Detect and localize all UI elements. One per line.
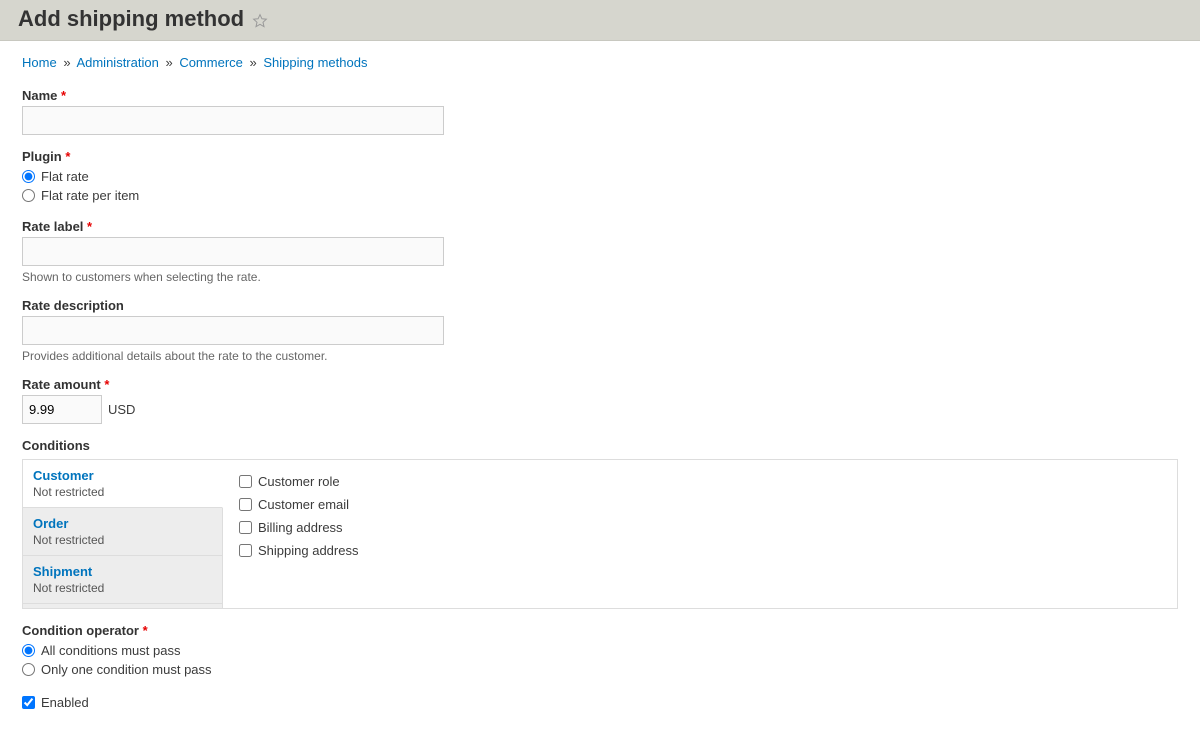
radio-label: Flat rate per item	[41, 188, 139, 203]
tab-subtitle: Not restricted	[33, 485, 212, 499]
breadcrumb-commerce[interactable]: Commerce	[179, 55, 243, 70]
conditions-box: Customer Not restricted Order Not restri…	[22, 459, 1178, 609]
check-label: Enabled	[41, 695, 89, 710]
input-rate-label[interactable]	[22, 237, 444, 266]
radio-flat-rate-per-item[interactable]	[22, 189, 35, 202]
field-rate-label: Rate label * Shown to customers when sel…	[22, 219, 1178, 284]
description-rate-description: Provides additional details about the ra…	[22, 349, 1178, 363]
radio-label: Only one condition must pass	[41, 662, 212, 677]
check-label: Billing address	[258, 520, 343, 535]
tab-subtitle: Not restricted	[33, 581, 212, 595]
tab-panel-customer: Customer role Customer email Billing add…	[223, 460, 1177, 608]
breadcrumb: Home » Administration » Commerce » Shipp…	[0, 41, 1200, 78]
breadcrumb-administration[interactable]: Administration	[76, 55, 158, 70]
required-marker: *	[65, 149, 70, 164]
page-title: Add shipping method	[18, 6, 244, 32]
check-customer-role[interactable]	[239, 475, 252, 488]
tab-title: Shipment	[33, 564, 212, 579]
field-condition-operator: Condition operator * All conditions must…	[22, 623, 1178, 679]
breadcrumb-separator: »	[165, 55, 172, 70]
check-label: Shipping address	[258, 543, 358, 558]
input-rate-description[interactable]	[22, 316, 444, 345]
check-label: Customer role	[258, 474, 340, 489]
check-enabled[interactable]	[22, 696, 35, 709]
required-marker: *	[143, 623, 148, 638]
check-billing-address[interactable]	[239, 521, 252, 534]
input-rate-amount[interactable]	[22, 395, 102, 424]
check-customer-email[interactable]	[239, 498, 252, 511]
required-marker: *	[104, 377, 109, 392]
label-rate-amount: Rate amount *	[22, 377, 1178, 392]
page-header: Add shipping method	[0, 0, 1200, 41]
required-marker: *	[87, 219, 92, 234]
label-name: Name *	[22, 88, 1178, 103]
label-rate-description: Rate description	[22, 298, 1178, 313]
breadcrumb-separator: »	[250, 55, 257, 70]
radio-flat-rate[interactable]	[22, 170, 35, 183]
tab-customer[interactable]: Customer Not restricted	[23, 460, 223, 508]
input-name[interactable]	[22, 106, 444, 135]
breadcrumb-separator: »	[63, 55, 70, 70]
field-plugin: Plugin * Flat rate Flat rate per item	[22, 149, 1178, 205]
tab-title: Order	[33, 516, 212, 531]
label-plugin: Plugin *	[22, 149, 1178, 164]
tab-shipment[interactable]: Shipment Not restricted	[23, 556, 222, 604]
check-shipping-address[interactable]	[239, 544, 252, 557]
label-condition-operator: Condition operator *	[22, 623, 1178, 638]
tab-order[interactable]: Order Not restricted	[23, 508, 222, 556]
tab-title: Customer	[33, 468, 212, 483]
breadcrumb-shipping-methods[interactable]: Shipping methods	[263, 55, 367, 70]
form-content: Name * Plugin * Flat rate Flat rate per …	[0, 88, 1200, 746]
field-rate-amount: Rate amount * USD	[22, 377, 1178, 424]
description-rate-label: Shown to customers when selecting the ra…	[22, 270, 1178, 284]
radio-all-conditions[interactable]	[22, 644, 35, 657]
radio-label: Flat rate	[41, 169, 89, 184]
field-conditions: Conditions Customer Not restricted Order…	[22, 438, 1178, 609]
field-rate-description: Rate description Provides additional det…	[22, 298, 1178, 363]
currency-label: USD	[108, 402, 135, 417]
check-label: Customer email	[258, 497, 349, 512]
label-conditions: Conditions	[22, 438, 1178, 453]
radio-label: All conditions must pass	[41, 643, 180, 658]
required-marker: *	[61, 88, 66, 103]
vertical-tabs: Customer Not restricted Order Not restri…	[23, 460, 223, 608]
field-enabled: Enabled	[22, 693, 1178, 712]
field-name: Name *	[22, 88, 1178, 135]
radio-one-condition[interactable]	[22, 663, 35, 676]
breadcrumb-home[interactable]: Home	[22, 55, 57, 70]
label-rate-label: Rate label *	[22, 219, 1178, 234]
tab-subtitle: Not restricted	[33, 533, 212, 547]
star-outline-icon[interactable]	[252, 13, 268, 29]
